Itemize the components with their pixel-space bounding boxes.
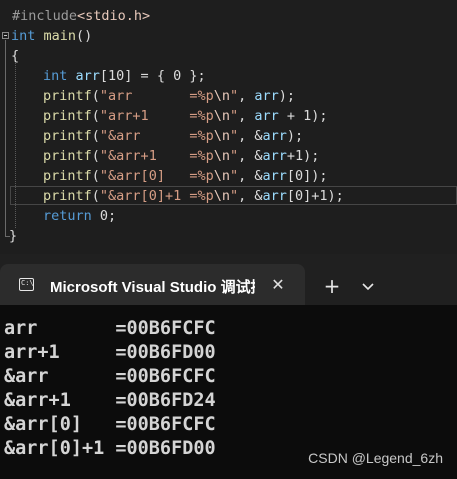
- code-token: , &: [238, 168, 263, 184]
- watermark: CSDN @Legend_6zh: [308, 450, 443, 466]
- code-token: , &: [238, 188, 263, 204]
- code-token: [0]);: [286, 168, 328, 184]
- code-line-printf-addr-arr[interactable]: printf("&arr =%p\n", &arr);: [43, 126, 303, 146]
- code-token: (: [91, 188, 100, 204]
- code-token: arr: [262, 128, 287, 144]
- code-token: [10] = { 0 };: [99, 68, 206, 84]
- output-line: &arr+1 =00B6FD24: [4, 390, 216, 411]
- code-token: ,: [238, 88, 255, 104]
- code-line-include[interactable]: #include<stdio.h>: [12, 6, 150, 26]
- code-token: (: [91, 148, 100, 164]
- code-line-return[interactable]: return 0;: [43, 206, 116, 226]
- code-token: int: [11, 28, 36, 44]
- code-token: <stdio.h>: [77, 8, 151, 24]
- output-line: arr =00B6FCFC: [4, 318, 216, 339]
- code-token: (: [91, 108, 100, 124]
- code-token: + 1);: [278, 108, 328, 124]
- code-token: "&arr[0]+1 =%p: [99, 188, 214, 204]
- fold-range-line: [5, 40, 6, 236]
- code-token: arr: [254, 108, 279, 124]
- code-token: printf: [43, 188, 92, 204]
- output-line: arr+1 =00B6FD00: [4, 342, 216, 363]
- output-line: &arr[0] =00B6FCFC: [4, 414, 216, 435]
- code-token: main: [43, 28, 77, 44]
- code-token: ": [229, 168, 239, 184]
- code-token: (: [91, 88, 100, 104]
- code-token: , &: [238, 128, 263, 144]
- new-tab-button[interactable]: +: [320, 274, 344, 298]
- terminal-tab-bar: C:\ Microsoft Visual Studio 调试控制台 ✕ +: [0, 254, 457, 305]
- code-line-arr-decl[interactable]: int arr[10] = { 0 };: [43, 66, 206, 86]
- code-line-printf-arr[interactable]: printf("arr =%p\n", arr);: [43, 86, 295, 106]
- code-token: "arr =%p: [99, 88, 214, 104]
- code-token: "&arr[0] =%p: [99, 168, 214, 184]
- terminal-tab[interactable]: C:\ Microsoft Visual Studio 调试控制台 ✕: [0, 264, 305, 305]
- code-token: ": [229, 188, 239, 204]
- code-token: "arr+1 =%p: [99, 108, 214, 124]
- code-token: ": [229, 128, 239, 144]
- code-token: ": [229, 108, 239, 124]
- code-token: \n: [213, 108, 230, 124]
- code-token: \n: [213, 188, 230, 204]
- code-token: }: [9, 228, 18, 244]
- code-token: printf: [43, 128, 92, 144]
- code-token: \n: [213, 168, 230, 184]
- code-token: ": [229, 148, 239, 164]
- code-token: \n: [213, 148, 230, 164]
- output-line: &arr[0]+1 =00B6FD00: [4, 438, 216, 459]
- code-token: int: [43, 68, 68, 84]
- code-token: #include: [12, 8, 78, 24]
- code-line-close-brace[interactable]: }: [9, 226, 17, 246]
- code-token: printf: [43, 88, 92, 104]
- code-token: arr: [254, 88, 279, 104]
- code-token: return: [43, 208, 92, 224]
- code-token: );: [286, 128, 304, 144]
- code-line-main[interactable]: int main(): [11, 26, 92, 46]
- code-token: (: [91, 128, 100, 144]
- code-token: ": [229, 88, 239, 104]
- code-token: printf: [43, 148, 92, 164]
- code-line-printf-addr-arr-plus1[interactable]: printf("&arr+1 =%p\n", &arr+1);: [43, 146, 319, 166]
- code-token: ,: [238, 108, 255, 124]
- code-token: printf: [43, 168, 92, 184]
- code-token: (: [91, 168, 100, 184]
- code-token: [0]+1);: [286, 188, 344, 204]
- chevron-down-icon[interactable]: [358, 276, 378, 296]
- code-token: \n: [213, 128, 230, 144]
- tab-title: Microsoft Visual Studio 调试控制台: [50, 279, 255, 296]
- code-token: , &: [238, 148, 263, 164]
- code-token: {: [11, 48, 20, 64]
- close-icon[interactable]: ✕: [267, 274, 289, 296]
- code-line-printf-arr-plus1[interactable]: printf("arr+1 =%p\n", arr + 1);: [43, 106, 328, 126]
- code-token: arr: [75, 68, 100, 84]
- code-token: arr: [262, 188, 287, 204]
- console-icon-glyph: C:\: [21, 279, 34, 287]
- fold-toggle-icon[interactable]: [2, 32, 9, 39]
- code-token: "&arr =%p: [99, 128, 214, 144]
- code-token: printf: [43, 108, 92, 124]
- code-editor[interactable]: #include<stdio.h> int main() { int arr[1…: [0, 0, 457, 254]
- code-token: (): [76, 28, 93, 44]
- output-line: &arr =00B6FCFC: [4, 366, 216, 387]
- console-icon: C:\: [19, 278, 34, 291]
- code-line-printf-addr-arr0-plus1[interactable]: printf("&arr[0]+1 =%p\n", &arr[0]+1);: [43, 186, 344, 206]
- code-token: 0;: [91, 208, 117, 224]
- code-token: +1);: [286, 148, 320, 164]
- code-token: );: [278, 88, 296, 104]
- code-line-printf-addr-arr0[interactable]: printf("&arr[0] =%p\n", &arr[0]);: [43, 166, 328, 186]
- code-token: \n: [213, 88, 230, 104]
- code-line-open-brace[interactable]: {: [11, 46, 19, 66]
- code-token: arr: [262, 148, 287, 164]
- code-token: arr: [262, 168, 287, 184]
- code-token: "&arr+1 =%p: [99, 148, 214, 164]
